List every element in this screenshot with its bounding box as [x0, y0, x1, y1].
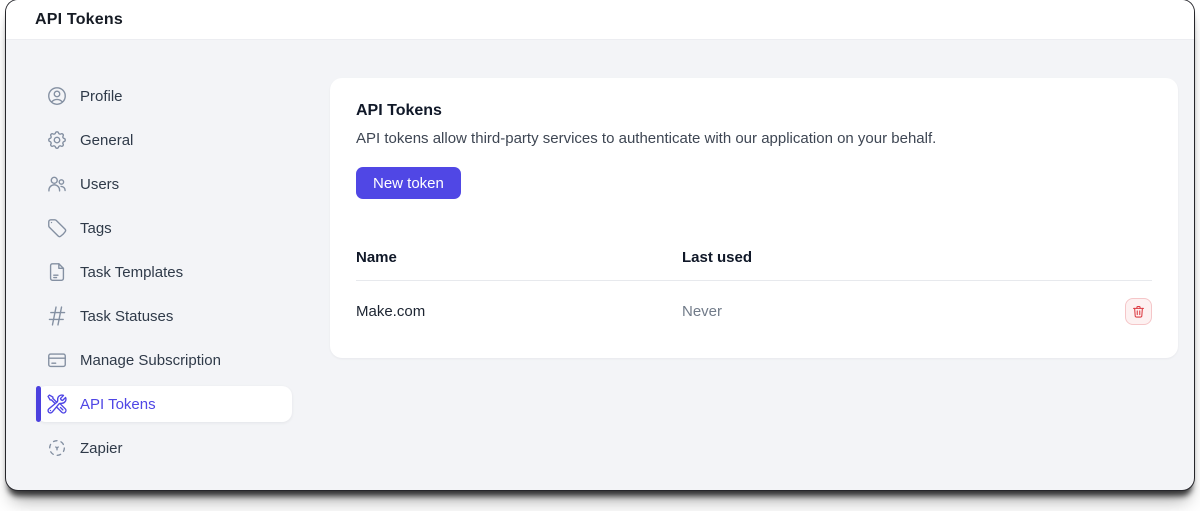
new-token-button[interactable]: New token	[356, 167, 461, 199]
card-description: API tokens allow third-party services to…	[356, 130, 937, 147]
settings-layout: Profile General Users Tags Task Template…	[6, 40, 1194, 474]
sidebar-item-manage-subscription[interactable]: Manage Subscription	[36, 342, 292, 378]
sidebar-item-task-templates[interactable]: Task Templates	[36, 254, 292, 290]
top-bar: API Tokens	[6, 0, 1194, 40]
sidebar-item-users[interactable]: Users	[36, 166, 292, 202]
sidebar-item-label: Task Statuses	[80, 307, 174, 325]
user-circle-icon	[46, 85, 68, 107]
document-icon	[46, 261, 68, 283]
card-title: API Tokens	[356, 102, 442, 119]
screenshot-stage: API Tokens Profile General Users Tags Ta…	[0, 0, 1200, 511]
api-tokens-card: API Tokens API tokens allow third-party …	[330, 78, 1178, 358]
sidebar-item-general[interactable]: General	[36, 122, 292, 158]
zapier-icon	[46, 437, 68, 459]
column-header-last-used: Last used	[682, 249, 753, 266]
sidebar-item-label: Profile	[80, 87, 123, 105]
sidebar-item-api-tokens[interactable]: API Tokens	[36, 386, 292, 422]
hash-icon	[46, 305, 68, 327]
page-title: API Tokens	[35, 10, 123, 28]
sidebar-item-label: Zapier	[80, 439, 123, 457]
sidebar-item-zapier[interactable]: Zapier	[36, 430, 292, 466]
tokens-table: Name Last used Make.com Never	[356, 249, 1152, 325]
wrench-screwdriver-icon	[46, 393, 68, 415]
sidebar-item-task-statuses[interactable]: Task Statuses	[36, 298, 292, 334]
table-row: Make.com Never	[356, 281, 1152, 325]
sidebar-item-label: Task Templates	[80, 263, 184, 281]
sidebar-item-tags[interactable]: Tags	[36, 210, 292, 246]
sidebar-item-label: Tags	[80, 219, 112, 237]
sidebar-item-label: Manage Subscription	[80, 351, 221, 369]
gear-icon	[46, 129, 68, 151]
trash-icon	[1131, 304, 1146, 319]
sidebar-item-label: Users	[80, 175, 120, 193]
settings-sidebar: Profile General Users Tags Task Template…	[36, 78, 292, 474]
users-icon	[46, 173, 68, 195]
delete-token-button[interactable]	[1125, 298, 1152, 325]
credit-card-icon	[46, 349, 68, 371]
token-name-cell: Make.com	[356, 303, 426, 320]
sidebar-item-label: API Tokens	[80, 395, 156, 413]
sidebar-item-label: General	[80, 131, 134, 149]
tokens-table-header: Name Last used	[356, 249, 1152, 281]
tag-icon	[46, 217, 68, 239]
app-window: API Tokens Profile General Users Tags Ta…	[6, 0, 1194, 490]
column-header-name: Name	[356, 249, 397, 266]
token-last-used-cell: Never	[682, 303, 723, 320]
sidebar-item-profile[interactable]: Profile	[36, 78, 292, 114]
